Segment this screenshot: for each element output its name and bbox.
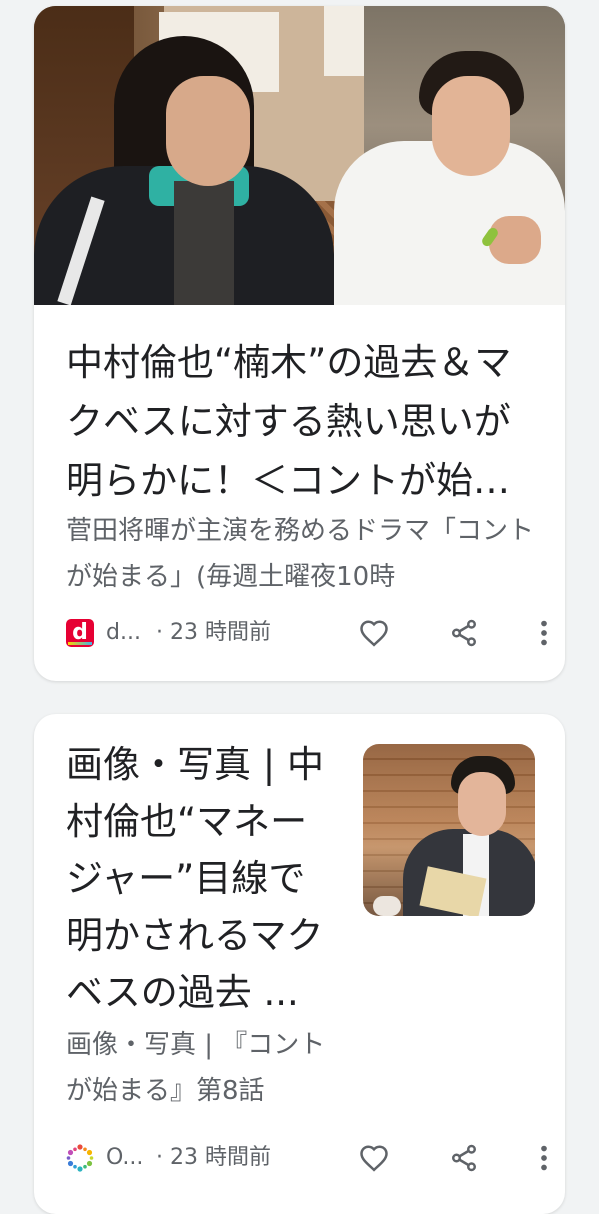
shirt-graphic (174, 181, 234, 305)
more-options-button[interactable] (532, 1138, 556, 1178)
publish-time: · 23 時間前 (156, 620, 271, 645)
more-vert-icon (541, 1145, 547, 1171)
heart-icon (360, 1145, 388, 1172)
person-face-graphic (432, 76, 510, 176)
article-title[interactable]: 画像・写真 | 中村倫也“マネージャー”目線で明かされるマクベスの過去 ... (66, 736, 336, 1021)
publish-time: · 23 時間前 (156, 1145, 271, 1170)
card-footer: d d... · 23 時間前 (66, 613, 547, 653)
like-button[interactable] (354, 1138, 394, 1178)
person-hand-graphic (489, 216, 541, 264)
share-icon (452, 1144, 476, 1172)
share-icon (452, 619, 476, 647)
more-vert-icon (541, 620, 547, 646)
article-image[interactable] (34, 6, 565, 305)
source-name[interactable]: d... (106, 613, 148, 653)
news-card[interactable]: 画像・写真 | 中村倫也“マネージャー”目線で明かされるマクベスの過去 ... … (34, 714, 565, 1214)
like-button[interactable] (354, 613, 394, 653)
news-card[interactable]: 中村倫也“楠木”の過去＆マクベスに対する熱い思いが明らかに！＜コントが始まる＞ … (34, 6, 565, 681)
article-title[interactable]: 中村倫也“楠木”の過去＆マクベスに対する熱い思いが明らかに！＜コントが始まる＞ (66, 333, 534, 510)
oricon-icon (66, 1144, 94, 1172)
person-face-graphic (166, 76, 250, 186)
source-name[interactable]: O... (106, 1138, 148, 1178)
share-button[interactable] (444, 1138, 484, 1178)
article-snippet: 菅田将暉が主演を務めるドラマ「コントが始まる」(毎週土曜夜10時 (66, 516, 535, 592)
more-options-button[interactable] (532, 613, 556, 653)
article-thumbnail[interactable] (363, 744, 535, 916)
d-icon: d (66, 619, 94, 647)
person-face-graphic (458, 772, 506, 836)
heart-icon (360, 620, 388, 647)
article-snippet: 画像・写真 | 『コントが始まる』第8話 (66, 1030, 326, 1106)
card-footer: O... · 23 時間前 (66, 1138, 547, 1178)
share-button[interactable] (444, 613, 484, 653)
person-hand-graphic (373, 896, 401, 916)
